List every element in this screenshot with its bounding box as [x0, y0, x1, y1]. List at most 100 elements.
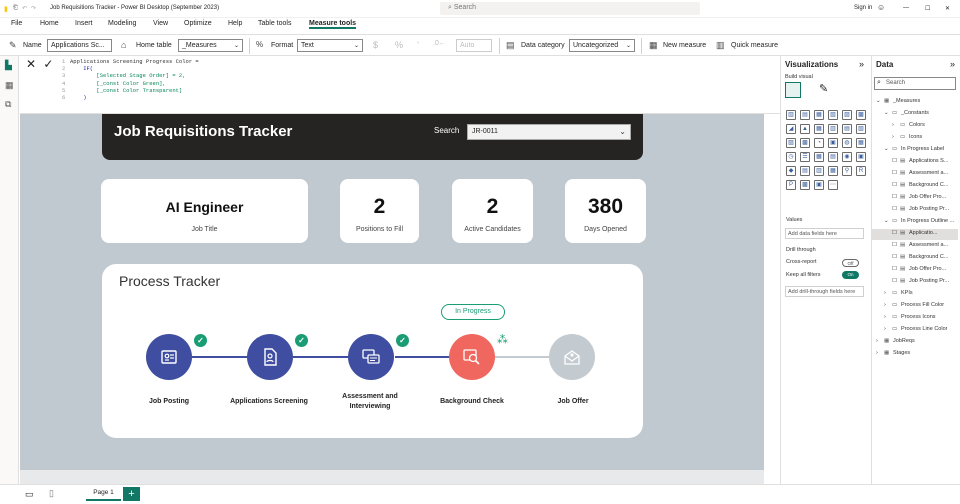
step-job-posting[interactable]: [146, 334, 192, 380]
close-icon[interactable]: ✕: [945, 5, 950, 12]
visual-type-icon[interactable]: ◍: [842, 138, 852, 148]
quick-measure-button[interactable]: Quick measure: [731, 42, 778, 49]
menu-help[interactable]: Help: [228, 20, 242, 27]
visual-type-icon[interactable]: R: [856, 166, 866, 176]
name-input[interactable]: Applications Sc...: [47, 39, 112, 52]
requisition-slicer[interactable]: JR-0011 ⌄: [467, 124, 631, 140]
checkbox-icon[interactable]: ☐: [892, 170, 897, 176]
visual-type-icon[interactable]: ▦: [814, 110, 824, 120]
redo-icon[interactable]: ↷: [31, 5, 36, 12]
sign-in-link[interactable]: Sign in: [854, 5, 872, 11]
visual-type-icon[interactable]: ▨: [786, 138, 796, 148]
visual-type-icon[interactable]: ⋯: [828, 180, 838, 190]
menu-file[interactable]: File: [11, 20, 22, 27]
checkbox-icon[interactable]: ☐: [892, 206, 897, 212]
chevron-right-icon[interactable]: ›: [884, 302, 886, 308]
checkbox-icon[interactable]: ☐: [892, 230, 897, 236]
visual-type-icon[interactable]: ▣: [814, 180, 824, 190]
values-well[interactable]: Add data fields here: [785, 228, 864, 239]
visual-type-icon[interactable]: ▤: [842, 124, 852, 134]
drill-through-well[interactable]: Add drill-through fields here: [785, 286, 864, 297]
chevron-down-icon[interactable]: ⌄: [884, 110, 889, 116]
chevron-down-icon[interactable]: ⌄: [884, 146, 889, 152]
step-job-offer[interactable]: [549, 334, 595, 380]
new-measure-button[interactable]: New measure: [663, 42, 706, 49]
decimal-places-input[interactable]: Auto: [456, 39, 492, 52]
collapse-pane-icon[interactable]: »: [950, 59, 955, 69]
add-page-button[interactable]: +: [123, 487, 140, 501]
visual-type-icon[interactable]: ▧: [856, 124, 866, 134]
visual-type-icon[interactable]: ▩: [800, 138, 810, 148]
step-assessment[interactable]: [348, 334, 394, 380]
comma-button[interactable]: ’: [417, 40, 419, 50]
currency-button[interactable]: $: [373, 40, 378, 50]
visual-type-icon[interactable]: ▥: [828, 124, 838, 134]
chevron-right-icon[interactable]: ›: [884, 314, 886, 320]
save-icon[interactable]: ⎗: [13, 5, 18, 12]
minimize-icon[interactable]: —: [903, 5, 909, 11]
commit-formula-icon[interactable]: ✓: [43, 57, 53, 71]
checkbox-icon[interactable]: ☐: [892, 266, 897, 272]
visual-type-icon[interactable]: ▦: [828, 166, 838, 176]
chevron-right-icon[interactable]: ›: [884, 326, 886, 332]
checkbox-icon[interactable]: ☐: [892, 194, 897, 200]
chevron-right-icon[interactable]: ›: [892, 134, 894, 140]
checkbox-icon[interactable]: ☐: [892, 254, 897, 260]
visual-type-icon[interactable]: ▦: [856, 138, 866, 148]
page-tab[interactable]: Page 1: [86, 486, 121, 501]
step-applications-screening[interactable]: [247, 334, 293, 380]
menu-modeling[interactable]: Modeling: [108, 20, 136, 27]
cancel-formula-icon[interactable]: ✕: [26, 57, 36, 71]
visual-type-icon[interactable]: ▩: [856, 110, 866, 120]
cross-report-toggle[interactable]: Off: [842, 259, 859, 267]
model-view-icon[interactable]: ⧉: [5, 99, 11, 110]
desktop-layout-icon[interactable]: ▭: [25, 489, 34, 500]
visual-type-icon[interactable]: ▲: [800, 124, 810, 134]
percent-button[interactable]: %: [395, 40, 403, 50]
visual-type-icon[interactable]: ◔: [814, 138, 824, 148]
visual-type-icon[interactable]: ▣: [856, 152, 866, 162]
keep-filters-toggle[interactable]: On: [842, 271, 859, 279]
visual-type-icon[interactable]: ◆: [786, 166, 796, 176]
chevron-right-icon[interactable]: ›: [876, 338, 878, 344]
chevron-right-icon[interactable]: ›: [884, 290, 886, 296]
visual-type-icon[interactable]: ☰: [800, 152, 810, 162]
menu-home[interactable]: Home: [40, 20, 59, 27]
chevron-right-icon[interactable]: ›: [876, 350, 878, 356]
mobile-layout-icon[interactable]: ▯: [49, 488, 54, 499]
chevron-down-icon[interactable]: ⌄: [876, 98, 881, 104]
dax-editor[interactable]: 1 Applications Screening Progress Color =…: [62, 58, 778, 101]
format-select[interactable]: Text ⌄: [297, 39, 363, 52]
step-background-check[interactable]: [449, 334, 495, 380]
visual-type-icon[interactable]: ▦: [814, 124, 824, 134]
decimal-icon[interactable]: .0←: [433, 40, 446, 47]
visual-type-icon[interactable]: ◷: [786, 152, 796, 162]
visual-type-icon[interactable]: ▥: [814, 166, 824, 176]
undo-icon[interactable]: ↶: [22, 5, 27, 12]
visual-type-icon[interactable]: ▤: [800, 166, 810, 176]
visual-type-icon[interactable]: ◢: [786, 124, 796, 134]
checkbox-icon[interactable]: ☐: [892, 242, 897, 248]
visual-type-icon[interactable]: ▣: [828, 138, 838, 148]
visual-type-icon[interactable]: ▧: [828, 110, 838, 120]
menu-view[interactable]: View: [153, 20, 168, 27]
data-category-select[interactable]: Uncategorized ⌄: [569, 39, 635, 52]
format-visual-icon[interactable]: ✎: [819, 82, 828, 95]
visual-type-icon[interactable]: ▤: [800, 110, 810, 120]
menu-table-tools[interactable]: Table tools: [258, 20, 291, 27]
visual-type-icon[interactable]: ▥: [786, 110, 796, 120]
checkbox-icon[interactable]: ☐: [892, 182, 897, 188]
visual-type-icon[interactable]: ◉: [842, 152, 852, 162]
visual-type-icon[interactable]: ▨: [842, 110, 852, 120]
account-icon[interactable]: ☺: [877, 3, 885, 12]
checkbox-icon[interactable]: ☐: [892, 158, 897, 164]
data-search-input[interactable]: Search: [874, 77, 956, 90]
visual-type-icon[interactable]: P: [786, 180, 796, 190]
menu-measure-tools[interactable]: Measure tools: [309, 20, 357, 29]
visual-type-icon[interactable]: ▦: [814, 152, 824, 162]
report-view-icon[interactable]: ▙: [5, 60, 12, 71]
chevron-right-icon[interactable]: ›: [892, 122, 894, 128]
chevron-down-icon[interactable]: ⌄: [884, 218, 889, 224]
visual-type-icon[interactable]: ▤: [828, 152, 838, 162]
global-search-input[interactable]: ⌕ Search: [440, 2, 700, 15]
